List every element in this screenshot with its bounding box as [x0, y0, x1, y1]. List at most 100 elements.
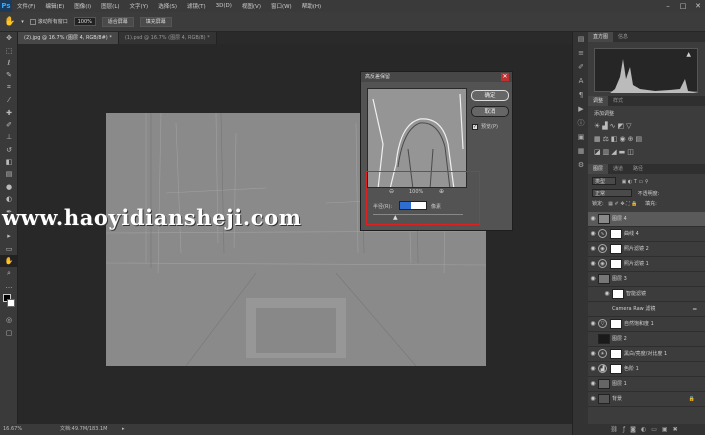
- hand-icon[interactable]: ✋: [4, 17, 15, 27]
- marquee-tool-icon[interactable]: ⬚: [0, 44, 18, 56]
- swatches-icon[interactable]: ▦: [573, 144, 589, 158]
- path-select-tool-icon[interactable]: ▸: [0, 230, 18, 242]
- menu-layer[interactable]: 图层(L): [96, 2, 124, 10]
- tab-histogram[interactable]: 直方图: [588, 32, 614, 42]
- hue-icon[interactable]: ▦: [594, 135, 603, 143]
- link-icon[interactable]: ⛓: [610, 426, 623, 433]
- layer-comps-icon[interactable]: ▣: [573, 130, 589, 144]
- zoom-out-icon[interactable]: ⊖: [389, 188, 394, 195]
- kind-filter[interactable]: 类型: [592, 177, 616, 185]
- menu-view[interactable]: 视图(V): [237, 2, 266, 10]
- channel-mixer-icon[interactable]: ⊕: [628, 135, 636, 143]
- eye-icon[interactable]: ◉: [588, 275, 598, 282]
- layer-row-vibrance[interactable]: ◉ ▽ 自然饱和度 1: [588, 317, 705, 332]
- layer-row-layer3[interactable]: ◉ 图层 3: [588, 272, 705, 287]
- menu-file[interactable]: 文件(F): [12, 2, 40, 10]
- warning-icon[interactable]: ▲: [686, 51, 691, 58]
- filter-options-icon[interactable]: ⚌: [693, 306, 697, 312]
- menu-select[interactable]: 选择(S): [153, 2, 182, 10]
- cancel-button[interactable]: 取消: [471, 106, 509, 117]
- zoom-100-button[interactable]: 100%: [73, 17, 96, 26]
- eye-icon[interactable]: ◉: [588, 320, 598, 327]
- layer-row-background[interactable]: ◉ 背景 🔒: [588, 392, 705, 407]
- invert-icon[interactable]: ◪: [594, 148, 603, 156]
- scroll-all-windows-checkbox[interactable]: 滚动所有窗口: [29, 18, 68, 25]
- eye-icon[interactable]: ◉: [588, 245, 598, 252]
- eye-icon[interactable]: ◉: [602, 290, 612, 297]
- layer-row-photofilter2[interactable]: ◉ ◉ 照片滤镜 2: [588, 242, 705, 257]
- character-icon[interactable]: A: [573, 74, 589, 88]
- history-brush-tool-icon[interactable]: ↺: [0, 144, 18, 156]
- history-icon[interactable]: ▤: [573, 32, 589, 46]
- tool-presets-icon[interactable]: ⚙: [573, 158, 589, 172]
- posterize-icon[interactable]: ▥: [603, 148, 612, 156]
- layer-row-levels[interactable]: ◉ ▟ 色阶 1: [588, 362, 705, 377]
- tab-adjustments[interactable]: 调整: [588, 96, 609, 106]
- lasso-tool-icon[interactable]: ℓ: [0, 57, 18, 69]
- tab-styles[interactable]: 样式: [608, 96, 628, 106]
- levels-icon[interactable]: ▟: [602, 122, 609, 130]
- tab-paths[interactable]: 路径: [628, 164, 648, 174]
- eye-icon[interactable]: ◉: [588, 380, 598, 387]
- fill-screen-button[interactable]: 填充屏幕: [139, 16, 172, 27]
- layer-row-smart-filters[interactable]: ◉ 智能滤镜: [588, 287, 705, 302]
- new-layer-icon[interactable]: ▣: [662, 426, 673, 433]
- crop-tool-icon[interactable]: ⌗: [0, 82, 18, 94]
- preview-checkbox[interactable]: ✓ 预览(P): [472, 123, 498, 130]
- layer-row-layer1[interactable]: ◉ 图层 1: [588, 377, 705, 392]
- menu-window[interactable]: 窗口(W): [266, 2, 297, 10]
- dialog-close-icon[interactable]: ✕: [501, 73, 509, 81]
- zoom-tool-icon[interactable]: ⌕: [0, 267, 18, 279]
- maximize-icon[interactable]: □: [676, 0, 690, 12]
- move-tool-icon[interactable]: ✥: [0, 32, 18, 44]
- more-tools-icon[interactable]: …: [0, 280, 18, 292]
- hand-tool-icon[interactable]: ✋: [0, 255, 18, 268]
- eye-icon[interactable]: ◉: [588, 350, 598, 357]
- tab-info[interactable]: 信息: [613, 32, 633, 42]
- info-icon[interactable]: ⓘ: [573, 116, 589, 130]
- ok-button[interactable]: 确定: [471, 90, 509, 101]
- color-swatches-icon[interactable]: [0, 292, 18, 314]
- eye-icon[interactable]: ◉: [588, 230, 598, 237]
- menu-type[interactable]: 文字(Y): [125, 2, 154, 10]
- menu-filter[interactable]: 滤镜(T): [182, 2, 211, 10]
- layer-row-layer2[interactable]: 图层 2: [588, 332, 705, 347]
- stamp-tool-icon[interactable]: ⊥: [0, 131, 18, 143]
- menu-edit[interactable]: 编辑(E): [40, 2, 69, 10]
- blend-mode-select[interactable]: 正常: [592, 189, 632, 197]
- mask-icon[interactable]: ◙: [630, 426, 641, 433]
- eye-icon[interactable]: ◉: [588, 215, 598, 222]
- gradient-map-icon[interactable]: ▬: [619, 148, 628, 156]
- layer-row-brightness[interactable]: ◉ ☀ 黑白/亮度/对比度 1: [588, 347, 705, 362]
- exposure-icon[interactable]: ◩: [618, 122, 627, 130]
- quick-mask-icon[interactable]: ◎: [0, 314, 18, 326]
- minimize-icon[interactable]: –: [661, 0, 675, 12]
- gradient-tool-icon[interactable]: ▤: [0, 168, 18, 180]
- lock-icons[interactable]: ▦ ✐ ✥ ⛶ 🔒: [608, 201, 637, 207]
- menu-help[interactable]: 帮助(H): [297, 2, 326, 10]
- layer-row-camera-raw[interactable]: Camera Raw 滤镜 ⚌: [588, 302, 705, 317]
- trash-icon[interactable]: ✖: [673, 426, 683, 433]
- screen-mode-icon[interactable]: ▢: [0, 327, 18, 339]
- curves-icon[interactable]: ∿: [610, 122, 618, 130]
- layer-row-photofilter1[interactable]: ◉ ◉ 照片滤镜 1: [588, 257, 705, 272]
- fit-screen-button[interactable]: 适合屏幕: [101, 16, 134, 27]
- bw-icon[interactable]: ◧: [611, 135, 620, 143]
- eyedropper-tool-icon[interactable]: ⁄: [0, 94, 18, 106]
- actions-icon[interactable]: ▶: [573, 102, 589, 116]
- status-zoom[interactable]: 16.67%: [3, 424, 22, 435]
- filter-icons[interactable]: ▣ ◐ T ▭ ⚲: [622, 179, 649, 185]
- brush-tool-icon[interactable]: ✐: [0, 119, 18, 131]
- close-window-icon[interactable]: ✕: [691, 0, 705, 12]
- tab-layers[interactable]: 图层: [588, 164, 609, 174]
- eye-icon[interactable]: ◉: [588, 395, 598, 402]
- photo-filter-icon[interactable]: ◉: [620, 135, 628, 143]
- blur-tool-icon[interactable]: ●: [0, 181, 18, 193]
- eraser-tool-icon[interactable]: ◧: [0, 156, 18, 168]
- eye-icon[interactable]: ◉: [588, 365, 598, 372]
- layer-row-curves4[interactable]: ◉ ∿ 曲线 4: [588, 227, 705, 242]
- selective-color-icon[interactable]: ◫: [627, 148, 636, 156]
- zoom-in-icon[interactable]: ⊕: [439, 188, 444, 195]
- balance-icon[interactable]: ⚖: [603, 135, 611, 143]
- healing-tool-icon[interactable]: ✚: [0, 106, 18, 118]
